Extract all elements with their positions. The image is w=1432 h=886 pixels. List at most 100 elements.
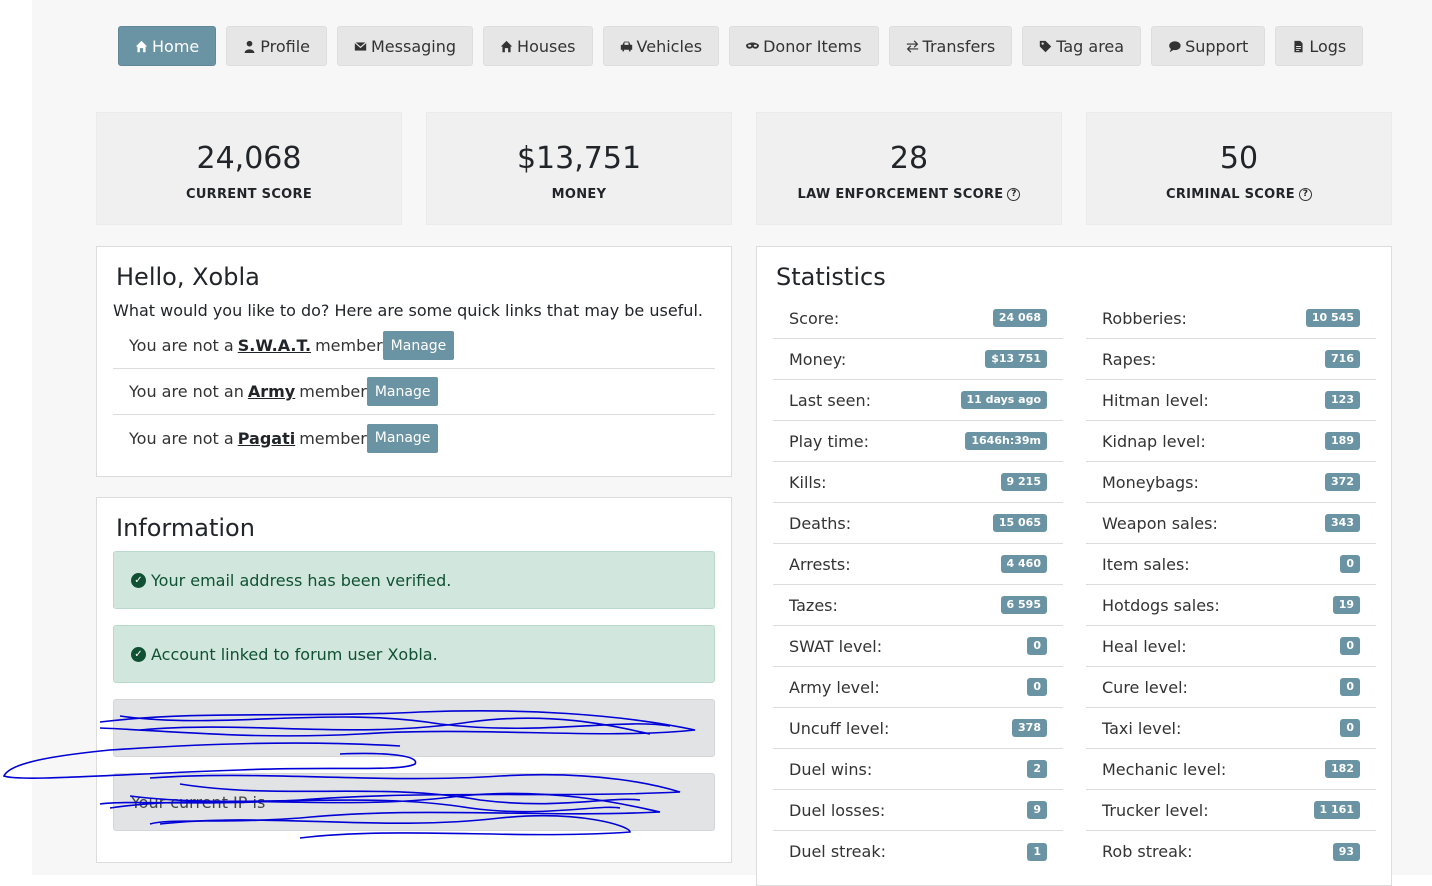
membership-suffix: member	[315, 336, 383, 355]
stat-row-moneybags: Moneybags: 372	[1086, 462, 1376, 503]
nav-profile-button[interactable]: Profile	[226, 26, 327, 66]
manage-swat-button[interactable]: Manage	[382, 331, 455, 360]
stat-label: Hotdogs sales:	[1102, 595, 1220, 615]
membership-suffix: member	[299, 382, 367, 401]
nav-tag-area-label: Tag area	[1056, 36, 1125, 56]
nav-houses-button[interactable]: Houses	[483, 26, 593, 66]
law-enforcement-score-value: 28	[889, 141, 929, 176]
stat-value-badge: 10 545	[1305, 309, 1360, 327]
stat-label: Hitman level:	[1102, 390, 1209, 410]
current-score-value: 24,068	[196, 141, 302, 176]
mask-icon	[746, 41, 760, 49]
tag-icon	[1040, 40, 1052, 52]
membership-prefix: You are not a	[129, 336, 234, 355]
stat-value-badge: 0	[1340, 678, 1360, 696]
transfer-arrows-icon	[906, 39, 918, 53]
stat-label: Item sales:	[1102, 554, 1190, 574]
stat-label: Rapes:	[1102, 349, 1157, 369]
stat-row-heal-level: Heal level: 0	[1086, 626, 1376, 667]
nav-support-button[interactable]: Support	[1151, 26, 1266, 66]
nav-home-button[interactable]: Home	[118, 26, 217, 66]
stat-row-cure-level: Cure level: 0	[1086, 667, 1376, 708]
stat-row-army-level: Army level: 0	[773, 667, 1063, 708]
stat-value-badge: 6 595	[1000, 596, 1047, 614]
information-title: Information	[116, 514, 255, 542]
army-link[interactable]: Army	[248, 382, 295, 401]
current-ip-text: Your current IP is	[131, 792, 266, 812]
stat-row-play-time: Play time: 1646h:39m	[773, 421, 1063, 462]
stat-row-tazes: Tazes: 6 595	[773, 585, 1063, 626]
nav-profile-label: Profile	[260, 36, 310, 56]
question-circle-icon[interactable]: ?	[1007, 188, 1021, 201]
stat-label: Duel wins:	[789, 759, 873, 779]
stat-row-trucker-level: Trucker level: 1 161	[1086, 790, 1376, 831]
stat-label: Weapon sales:	[1102, 513, 1218, 533]
check-circle-icon: ✓	[131, 572, 146, 588]
question-circle-icon[interactable]: ?	[1298, 188, 1312, 201]
stat-label: Kidnap level:	[1102, 431, 1206, 451]
nav-messaging-label: Messaging	[371, 36, 457, 56]
stat-value-badge: 0	[1027, 637, 1047, 655]
manage-pagati-button[interactable]: Manage	[366, 423, 439, 453]
stat-value-badge: 15 065	[992, 514, 1047, 532]
membership-prefix: You are not a	[129, 428, 234, 448]
stat-value-badge: 0	[1027, 678, 1047, 696]
stat-value-badge: 0	[1340, 637, 1360, 655]
stat-label: Trucker level:	[1102, 800, 1209, 820]
stat-row-weapon-sales: Weapon sales: 343	[1086, 503, 1376, 544]
stat-value-badge: 189	[1325, 432, 1360, 450]
stat-row-duel-losses: Duel losses: 9	[773, 790, 1063, 831]
stat-value-badge: 372	[1325, 473, 1360, 491]
stat-label: Rob streak:	[1102, 842, 1193, 861]
stat-label: Last seen:	[789, 390, 871, 410]
stat-label: Mechanic level:	[1102, 759, 1227, 779]
money-card: $13,751 MONEY	[426, 112, 732, 225]
stat-label: Army level:	[789, 677, 880, 697]
stat-label: Moneybags:	[1102, 472, 1199, 492]
army-membership-row: You are not an Army member Manage	[113, 369, 715, 415]
current-ip-alert: Your current IP is	[113, 773, 715, 831]
nav-messaging-button[interactable]: Messaging	[337, 26, 474, 66]
stat-row-taxi-level: Taxi level: 0	[1086, 708, 1376, 749]
swat-link[interactable]: S.W.A.T.	[238, 336, 311, 355]
stat-label: Tazes:	[789, 595, 838, 615]
stat-label: Robberies:	[1102, 308, 1187, 328]
stat-label: Cure level:	[1102, 677, 1188, 697]
stat-value-badge: 182	[1325, 760, 1360, 778]
top-nav: Home Profile Messaging Houses Vehicles D…	[118, 26, 1364, 66]
manage-army-button[interactable]: Manage	[366, 377, 439, 406]
swat-membership-row: You are not a S.W.A.T. member Manage	[113, 323, 715, 369]
stat-row-deaths: Deaths: 15 065	[773, 503, 1063, 544]
nav-home-label: Home	[152, 36, 200, 56]
nav-donor-items-button[interactable]: Donor Items	[729, 26, 879, 66]
stat-row-mechanic-level: Mechanic level: 182	[1086, 749, 1376, 790]
stat-row-duel-streak: Duel streak: 1	[773, 831, 1063, 872]
stat-value-badge: 378	[1012, 719, 1047, 737]
user-icon	[244, 40, 255, 53]
stat-value-badge: 11 days ago	[960, 391, 1047, 409]
membership-prefix: You are not an	[129, 382, 244, 401]
pagati-link[interactable]: Pagati	[238, 429, 295, 448]
nav-logs-label: Logs	[1309, 36, 1347, 56]
stat-label: Duel losses:	[789, 800, 886, 820]
stat-row-duel-wins: Duel wins: 2	[773, 749, 1063, 790]
stat-value-badge: 0	[1340, 555, 1360, 573]
nav-logs-button[interactable]: Logs	[1275, 26, 1364, 66]
stat-value-badge: 93	[1332, 842, 1360, 861]
stat-label: Taxi level:	[1102, 718, 1182, 738]
stat-value-badge: $13 751	[985, 350, 1047, 368]
stat-value-badge: 9 215	[1000, 473, 1047, 491]
statistics-left-column: Score: 24 068 Money: $13 751 Last seen: 11 da…	[773, 298, 1063, 872]
nav-tag-area-button[interactable]: Tag area	[1022, 26, 1142, 66]
stat-row-kills: Kills: 9 215	[773, 462, 1063, 503]
email-verified-text: Your email address has been verified.	[151, 570, 452, 590]
nav-vehicles-button[interactable]: Vehicles	[602, 26, 720, 66]
money-value: $13,751	[516, 141, 642, 176]
law-enforcement-score-label: LAW ENFORCEMENT SCORE	[797, 187, 1004, 202]
nav-houses-label: Houses	[517, 36, 576, 56]
stat-row-uncuff-level: Uncuff level: 378	[773, 708, 1063, 749]
stat-value-badge: 4 460	[1000, 555, 1047, 573]
stat-label: Score:	[789, 308, 840, 328]
nav-transfers-button[interactable]: Transfers	[888, 26, 1013, 66]
stat-value-badge: 2	[1027, 760, 1047, 778]
